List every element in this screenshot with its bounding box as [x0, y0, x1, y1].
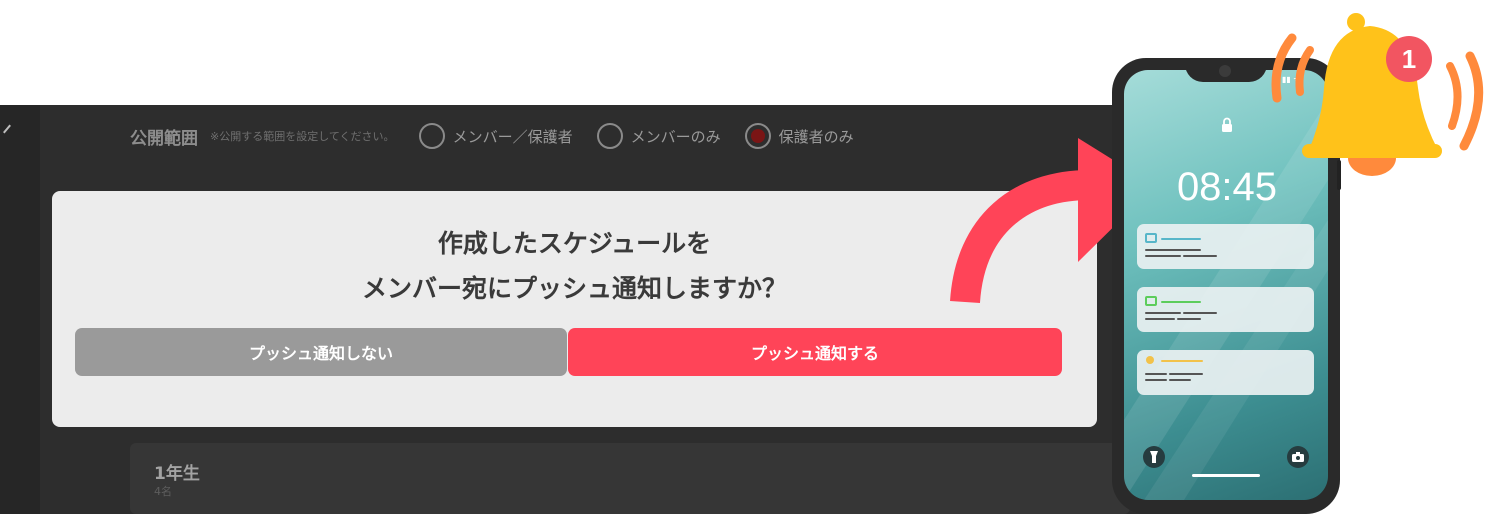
dialog-title-line-2: メンバー宛にプッシュ通知しますか？	[361, 274, 787, 303]
notification-line	[1183, 255, 1217, 257]
group-card[interactable]: 1年生 4名	[130, 443, 1130, 514]
radio-option-parents-only[interactable]: 保護者のみ	[744, 123, 854, 149]
notification-card[interactable]	[1137, 224, 1314, 269]
radio-button-icon[interactable]	[596, 123, 623, 149]
send-push-button[interactable]: プッシュ通知する	[568, 328, 1062, 376]
home-indicator	[1192, 474, 1260, 477]
notification-line	[1183, 312, 1217, 314]
notification-line	[1145, 373, 1167, 375]
notification-card[interactable]	[1137, 350, 1314, 395]
lock-icon	[1222, 117, 1232, 132]
radio-label: 保護者のみ	[778, 127, 854, 146]
app-icon	[1145, 296, 1157, 306]
front-camera-icon	[1219, 65, 1231, 77]
group-member-count: 4名	[154, 485, 172, 498]
flashlight-icon[interactable]	[1143, 446, 1165, 468]
notification-line	[1169, 379, 1191, 381]
ringing-bell-icon	[1271, 13, 1484, 176]
radio-option-members-parents[interactable]: メンバー／保護者	[418, 123, 573, 149]
notification-card[interactable]	[1137, 287, 1314, 332]
person-icon	[1146, 356, 1154, 364]
radio-button-selected-icon[interactable]	[744, 123, 771, 149]
no-push-button[interactable]: プッシュ通知しない	[75, 328, 567, 376]
dialog-title-line-1: 作成したスケジュールを	[437, 229, 712, 258]
group-title: 1年生	[154, 464, 200, 484]
notification-line	[1145, 312, 1181, 314]
radio-button-icon[interactable]	[418, 123, 445, 149]
notification-line	[1145, 255, 1181, 257]
visibility-setting-row: 公開範囲 ※公開する範囲を設定してください。 メンバー／保護者 メンバーのみ 保…	[130, 122, 854, 150]
notification-line	[1161, 238, 1201, 240]
notification-line	[1177, 318, 1201, 320]
notification-badge: 1	[1386, 36, 1432, 82]
app-left-strip	[0, 105, 40, 514]
notification-line	[1161, 301, 1201, 303]
app-icon	[1145, 233, 1157, 243]
push-notification-dialog: 作成したスケジュールを メンバー宛にプッシュ通知しますか？ プッシュ通知しない …	[52, 191, 1097, 427]
radio-label: メンバー／保護者	[452, 127, 573, 146]
radio-option-members-only[interactable]: メンバーのみ	[596, 123, 721, 149]
notification-line	[1145, 379, 1167, 381]
notification-line	[1145, 318, 1175, 320]
visibility-label: 公開範囲	[130, 128, 198, 149]
radio-label: メンバーのみ	[630, 127, 721, 146]
notification-line	[1169, 373, 1203, 375]
visibility-hint: ※公開する範囲を設定してください。	[210, 130, 395, 143]
camera-icon[interactable]	[1287, 446, 1309, 468]
notification-line	[1145, 249, 1201, 251]
notification-line	[1161, 360, 1203, 362]
